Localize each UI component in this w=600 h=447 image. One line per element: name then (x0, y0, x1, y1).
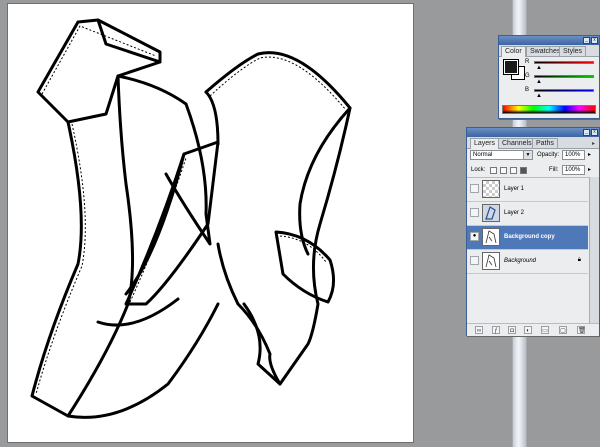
lock-position-icon[interactable] (510, 167, 517, 174)
red-slider-thumb[interactable]: ▲ (536, 65, 542, 71)
tab-layers[interactable]: Layers (470, 138, 500, 149)
color-panel: _ x Color Swatches Styles R ▲ G ▲ B ▲ (498, 35, 600, 119)
layer-name: Background copy (504, 234, 555, 240)
blend-mode-value: Normal (473, 152, 493, 158)
green-slider-thumb[interactable]: ▲ (536, 79, 542, 85)
layers-footer-toolbar: ∞ ƒ ◘ ◐ ▭ ▢ 🗑︎ (467, 323, 599, 336)
eye-icon[interactable]: ● (470, 232, 479, 241)
lock-label: Lock: (471, 167, 486, 173)
adjustment-icon[interactable]: ◐ (524, 326, 532, 334)
tab-color[interactable]: Color (501, 46, 526, 57)
close-icon[interactable]: x (591, 129, 598, 136)
layer-row-background-copy[interactable]: ● Background copy (467, 226, 588, 250)
layers-panel: _ x Layers Channels Paths ▸ Normal ▼ Opa… (466, 127, 600, 336)
minimize-icon[interactable]: _ (583, 37, 590, 44)
lock-icon: 🔒︎ (577, 257, 581, 263)
graffiti-letter-artwork (30, 18, 352, 419)
layer-row-background[interactable]: Background 🔒︎ (467, 250, 588, 274)
opacity-arrow-icon[interactable]: ▸ (588, 151, 591, 159)
layers-scrollbar[interactable] (589, 177, 599, 323)
background-copy-thumb-art (485, 230, 497, 244)
trash-icon[interactable]: 🗑︎ (577, 326, 586, 334)
fill-field[interactable]: 100% (562, 165, 585, 175)
color-panel-titlebar[interactable]: _ x (499, 36, 599, 45)
opacity-value: 100% (565, 152, 581, 158)
layer-thumbnail (482, 252, 500, 270)
red-slider[interactable] (534, 61, 594, 64)
fill-value: 100% (565, 167, 581, 173)
lock-pixels-icon[interactable] (500, 167, 507, 174)
tab-channels[interactable]: Channels (498, 138, 536, 148)
color-spectrum-bar[interactable] (502, 105, 596, 114)
layer-list: Layer 1 Layer 2 ● Background copy Backgr… (467, 177, 599, 324)
layer-row-layer-2[interactable]: Layer 2 (467, 202, 588, 226)
lock-transparency-icon[interactable] (490, 167, 497, 174)
minimize-icon[interactable]: _ (583, 129, 590, 136)
tab-styles[interactable]: Styles (559, 46, 587, 56)
fill-label: Fill: (549, 167, 559, 173)
tab-paths[interactable]: Paths (532, 138, 558, 148)
document-canvas[interactable] (7, 3, 414, 443)
layers-panel-tabs: Layers Channels Paths (467, 137, 599, 149)
layers-panel-titlebar[interactable]: _ x (467, 128, 599, 137)
layer-row-layer-1[interactable]: Layer 1 (467, 178, 588, 202)
channel-r-label: R (525, 59, 530, 65)
new-layer-icon[interactable]: ▢ (559, 326, 567, 334)
layer-thumbnail (482, 204, 500, 222)
green-slider[interactable] (534, 75, 594, 78)
chevron-down-icon[interactable]: ▼ (523, 151, 532, 159)
color-panel-tabs: Color Swatches Styles (499, 45, 599, 57)
visibility-toggle[interactable] (470, 184, 479, 193)
blue-slider[interactable] (534, 89, 594, 92)
blend-mode-select[interactable]: Normal ▼ (470, 150, 533, 160)
layer-thumbnail (482, 228, 500, 246)
layer-thumbnail (482, 180, 500, 198)
lock-all-icon[interactable] (520, 167, 527, 174)
mask-icon[interactable]: ◘ (508, 326, 516, 334)
group-icon[interactable]: ▭ (541, 326, 549, 334)
panel-menu-icon[interactable]: ▸ (592, 140, 595, 147)
layer-name: Background (504, 258, 537, 264)
channel-g-label: G (525, 73, 530, 79)
layer-name: Layer 2 (504, 210, 525, 216)
visibility-toggle[interactable] (470, 208, 479, 217)
opacity-field[interactable]: 100% (562, 150, 585, 160)
visibility-toggle[interactable] (470, 256, 479, 265)
blue-slider-thumb[interactable]: ▲ (536, 93, 542, 99)
foreground-color-swatch[interactable] (503, 59, 519, 75)
close-icon[interactable]: x (591, 37, 598, 44)
fill-arrow-icon[interactable]: ▸ (588, 166, 591, 174)
layer-2-thumb-art (485, 206, 496, 220)
background-thumb-art (485, 254, 497, 268)
opacity-label: Opacity: (537, 152, 560, 158)
layer-name: Layer 1 (504, 186, 525, 192)
layer-style-icon[interactable]: ƒ (492, 326, 500, 334)
link-icon[interactable]: ∞ (475, 326, 483, 334)
channel-b-label: B (525, 87, 530, 93)
